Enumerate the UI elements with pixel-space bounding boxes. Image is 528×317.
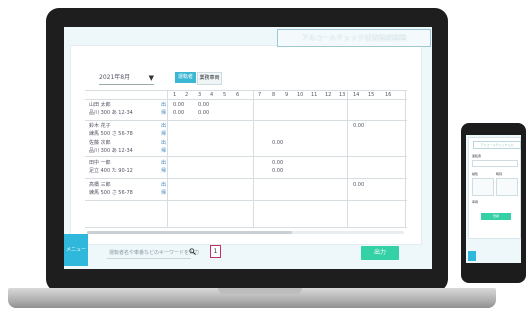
alcohol-value: 0.00 <box>173 110 185 116</box>
table-divider <box>85 156 407 157</box>
day-header: 5 <box>223 92 227 98</box>
tab-driver[interactable]: 運転者 <box>175 72 196 83</box>
table-divider <box>253 90 254 228</box>
table-divider <box>85 99 407 100</box>
month-dropdown-value: 2021年8月 <box>99 74 131 81</box>
page-number-box[interactable]: 1 <box>210 245 221 258</box>
phone-alcohol-field[interactable] <box>472 178 494 196</box>
alcohol-value: 0.00 <box>198 110 210 116</box>
day-header: 7 <box>258 92 262 98</box>
phone-panel: アルコールチェック入力 運転者 検知 時刻 車両 登録 <box>468 137 521 239</box>
page-title-box: アルコールチェック状況確認画面 <box>277 29 431 47</box>
check-type: 出 <box>161 182 167 188</box>
phone-menu-button[interactable] <box>468 251 476 261</box>
phone-screen: アルコールチェック入力 運転者 検知 時刻 車両 登録 <box>466 135 521 263</box>
check-type: 帰 <box>161 110 167 116</box>
alcohol-value: 0.00 <box>173 102 185 108</box>
table-divider <box>85 120 407 121</box>
day-header: 12 <box>325 92 332 98</box>
check-type: 出 <box>161 140 167 146</box>
day-header: 6 <box>236 92 240 98</box>
table-divider <box>85 178 407 179</box>
day-header: 13 <box>339 92 346 98</box>
table-scrollbar-thumb[interactable] <box>87 231 292 234</box>
alcohol-value: 0.00 <box>272 140 284 146</box>
phone-label-alcohol: 検知 <box>472 172 479 176</box>
table-divider <box>167 90 168 228</box>
day-header: 3 <box>198 92 202 98</box>
check-type: 出 <box>161 160 167 166</box>
day-header: 9 <box>285 92 289 98</box>
check-table: 1 2 3 4 5 6 7 8 9 10 11 12 13 14 15 16 山… <box>85 90 407 228</box>
phone-title: アルコールチェック入力 <box>473 141 521 149</box>
check-type: 帰 <box>161 190 167 196</box>
driver-name: 佐藤 次郎 <box>89 140 111 146</box>
driver-vehicle: 練馬 500 さ 56-78 <box>89 131 133 137</box>
driver-vehicle: 練馬 500 さ 56-78 <box>89 190 133 196</box>
app-panel: 2021年8月 ▼ 運転者 業務車両 1 2 3 4 5 6 7 8 9 10 … <box>70 45 422 260</box>
table-divider <box>405 90 406 228</box>
alcohol-value: 0.00 <box>272 168 284 174</box>
search-icon[interactable] <box>189 248 196 255</box>
day-header: 4 <box>210 92 214 98</box>
phone-label-driver: 運転者 <box>472 154 482 158</box>
day-header: 15 <box>368 92 375 98</box>
alcohol-value: 0.00 <box>198 102 210 108</box>
day-header: 11 <box>311 92 318 98</box>
output-button[interactable]: 出力 <box>361 246 399 260</box>
alcohol-value: 0.00 <box>272 160 284 166</box>
check-type: 帰 <box>161 148 167 154</box>
table-divider <box>85 90 407 91</box>
driver-vehicle: 足立 400 た 90-12 <box>89 168 133 174</box>
driver-vehicle: 品川 300 あ 12-34 <box>89 148 133 154</box>
phone-submit-button[interactable]: 登録 <box>481 213 511 220</box>
check-type: 帰 <box>161 168 167 174</box>
check-type: 帰 <box>161 131 167 137</box>
page-title: アルコールチェック状況確認画面 <box>301 34 407 42</box>
month-dropdown[interactable]: 2021年8月 ▼ <box>99 72 154 85</box>
table-divider <box>85 227 407 228</box>
alcohol-value: 0.00 <box>353 123 365 129</box>
table-divider <box>85 200 407 201</box>
chevron-down-icon: ▼ <box>148 74 154 82</box>
check-type: 出 <box>161 102 167 108</box>
phone-label-vehicle: 車両 <box>472 200 479 204</box>
driver-name: 田中 一郎 <box>89 160 111 166</box>
search-input[interactable]: 運転者名や車番などのキーワードを入力 <box>109 249 199 256</box>
phone-label-time: 時刻 <box>496 172 503 176</box>
day-header: 14 <box>353 92 360 98</box>
laptop-notch <box>218 288 302 294</box>
menu-button[interactable]: メニュー <box>64 234 88 266</box>
day-header: 16 <box>385 92 392 98</box>
driver-name: 鈴木 花子 <box>89 123 111 129</box>
phone-time-field[interactable] <box>496 178 518 196</box>
check-type: 出 <box>161 123 167 129</box>
driver-vehicle: 品川 300 あ 12-34 <box>89 110 133 116</box>
day-header: 10 <box>297 92 304 98</box>
day-header: 1 <box>173 92 177 98</box>
day-header: 2 <box>185 92 189 98</box>
table-divider <box>347 90 348 228</box>
search-underline <box>107 258 191 259</box>
alcohol-value: 0.00 <box>353 182 365 188</box>
day-header: 8 <box>272 92 276 98</box>
tab-vehicle[interactable]: 業務車両 <box>197 72 222 85</box>
driver-name: 山田 太郎 <box>89 102 111 108</box>
driver-name: 高橋 三郎 <box>89 182 111 188</box>
phone-driver-select[interactable] <box>472 160 518 167</box>
laptop-screen: 2021年8月 ▼ 運転者 業務車両 1 2 3 4 5 6 7 8 9 10 … <box>64 27 432 269</box>
